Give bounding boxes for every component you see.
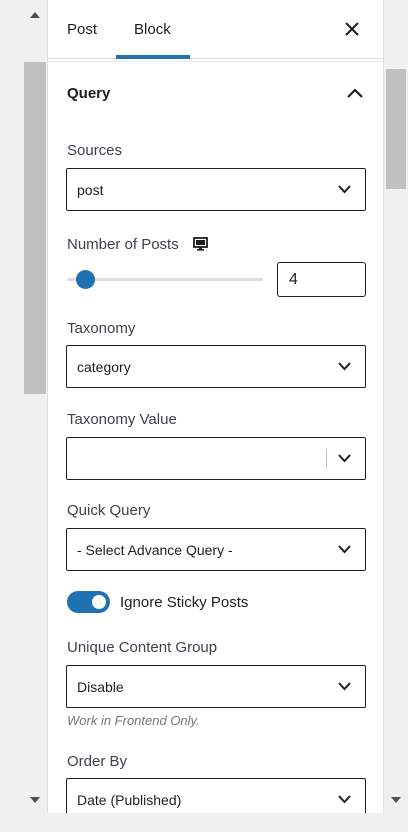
chevron-down-icon — [338, 362, 351, 371]
taxonomy-label: Taxonomy — [67, 320, 136, 337]
scroll-up-arrow[interactable] — [23, 4, 47, 26]
posts-slider-track[interactable] — [67, 278, 263, 281]
taxonomy-value-select[interactable] — [66, 437, 366, 480]
chevron-down-icon[interactable] — [338, 454, 351, 463]
taxonomy-value: category — [77, 358, 131, 375]
chevron-down-icon — [338, 795, 351, 804]
unique-content-group-label: Unique Content Group — [67, 639, 218, 656]
outer-scroll-thumb[interactable] — [24, 62, 46, 394]
toggle-knob — [92, 595, 106, 609]
sources-value: post — [77, 181, 104, 198]
order-by-label: Order By — [67, 753, 128, 770]
quick-query-label: Quick Query — [67, 502, 151, 519]
quick-query-value: - Select Advance Query - — [77, 541, 233, 558]
panel-scrollbar[interactable] — [384, 61, 408, 813]
unique-content-group-select[interactable]: Disable — [66, 665, 366, 708]
quick-query-select[interactable]: - Select Advance Query - — [66, 528, 366, 571]
unique-content-help-text: Work in Frontend Only. — [67, 713, 200, 728]
chevron-down-icon — [338, 545, 351, 554]
taxonomy-value-label: Taxonomy Value — [67, 411, 177, 428]
settings-sidebar: Post Block Query Sources post Number of … — [47, 0, 384, 813]
query-panel-header[interactable]: Query — [48, 61, 383, 124]
order-by-select[interactable]: Date (Published) — [66, 778, 366, 813]
taxonomy-select[interactable]: category — [66, 345, 366, 388]
posts-slider-handle[interactable] — [76, 270, 95, 289]
chevron-down-icon — [338, 682, 351, 691]
ignore-sticky-label: Ignore Sticky Posts — [120, 594, 249, 611]
scroll-down-arrow[interactable] — [23, 789, 47, 811]
sidebar-tabs: Post Block — [48, 0, 383, 59]
number-of-posts-label: Number of Posts — [67, 236, 179, 253]
sources-select[interactable]: post — [66, 168, 366, 211]
sources-label: Sources — [67, 142, 123, 159]
select-separator — [326, 449, 327, 469]
panel-scroll-thumb[interactable] — [386, 69, 406, 189]
section-title: Query — [67, 84, 111, 102]
tab-post[interactable]: Post — [67, 0, 97, 59]
number-of-posts-input[interactable]: 4 — [277, 262, 366, 297]
desktop-icon[interactable] — [193, 237, 208, 251]
ignore-sticky-toggle[interactable] — [67, 591, 110, 613]
panel-scroll-down-arrow[interactable] — [384, 789, 408, 811]
tab-block[interactable]: Block — [116, 0, 190, 59]
order-by-value: Date (Published) — [77, 791, 182, 808]
chevron-up-icon[interactable] — [347, 88, 363, 98]
chevron-down-icon — [338, 185, 351, 194]
outer-scrollbar[interactable] — [23, 0, 47, 813]
close-icon[interactable] — [343, 20, 361, 38]
unique-content-group-value: Disable — [77, 678, 124, 695]
